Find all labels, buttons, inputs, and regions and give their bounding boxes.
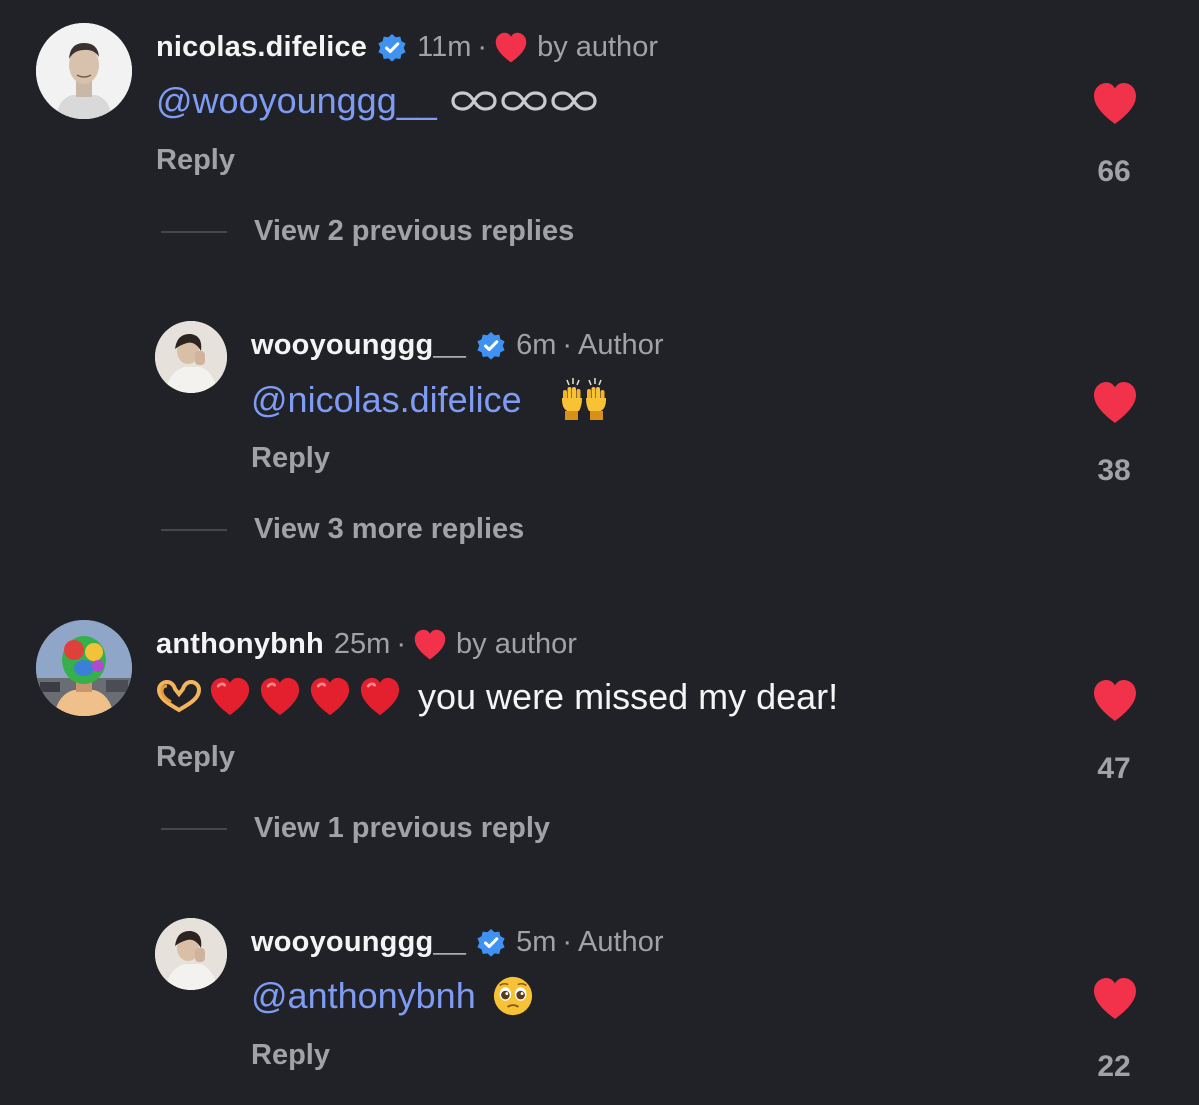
verified-badge-icon: [476, 331, 506, 361]
comment-body: @nicolas.difelice: [251, 378, 634, 422]
comments-panel: nicolas.difelice 11m · by author @wooyou…: [0, 0, 1199, 1105]
timestamp: 25m: [333, 628, 391, 660]
separator: ·: [477, 31, 488, 63]
heart-icon: [412, 629, 448, 661]
view-replies-button[interactable]: View 3 more replies: [161, 513, 524, 546]
view-replies-label: View 2 previous replies: [254, 215, 575, 247]
mention-link[interactable]: @nicolas.difelice: [251, 379, 522, 421]
like-heart-icon[interactable]: [1091, 82, 1139, 126]
comment-header: nicolas.difelice 11m · by author: [156, 31, 658, 64]
view-replies-label: View 1 previous reply: [254, 812, 551, 844]
timestamp: 6m: [516, 329, 557, 361]
red-heart-emoji: [308, 677, 352, 717]
divider-line: [161, 230, 227, 233]
avatar[interactable]: [155, 918, 227, 990]
liked-by-author-label: by author: [456, 628, 577, 660]
like-count: 66: [1097, 155, 1131, 188]
reply-button[interactable]: Reply: [156, 741, 235, 774]
like-heart-icon[interactable]: [1091, 381, 1139, 425]
author-label: Author: [578, 926, 664, 958]
red-heart-emoji: [258, 677, 302, 717]
liked-by-author-label: by author: [537, 31, 658, 63]
username[interactable]: wooyounggg__: [251, 329, 466, 362]
red-heart-emoji: [358, 677, 402, 717]
separator: ·: [562, 926, 573, 958]
comment-body: @wooyounggg__: [156, 80, 597, 122]
avatar[interactable]: [155, 321, 227, 393]
username[interactable]: anthonybnh: [156, 628, 324, 661]
comment-header: wooyounggg__ 6m · Author: [251, 329, 663, 362]
username[interactable]: nicolas.difelice: [156, 31, 367, 64]
raising-hands-emoji: [534, 378, 634, 422]
heart-icon: [493, 32, 529, 64]
comment-body: @anthonybnh: [251, 975, 534, 1017]
reply-button[interactable]: Reply: [156, 144, 235, 177]
comment-header: wooyounggg__ 5m · Author: [251, 926, 663, 959]
reply-button[interactable]: Reply: [251, 442, 330, 475]
separator: ·: [562, 329, 573, 361]
like-heart-icon[interactable]: [1091, 977, 1139, 1021]
avatar[interactable]: [36, 23, 132, 119]
author-label: Author: [578, 329, 664, 361]
separator: ·: [396, 628, 407, 660]
like-count: 38: [1097, 454, 1131, 487]
divider-line: [161, 827, 227, 830]
infinity-emoji: [451, 89, 597, 113]
mention-link[interactable]: @wooyounggg__: [156, 80, 437, 122]
reply-button[interactable]: Reply: [251, 1039, 330, 1072]
username[interactable]: wooyounggg__: [251, 926, 466, 959]
red-heart-emoji: [208, 677, 252, 717]
timestamp: 5m: [516, 926, 557, 958]
like-count: 47: [1097, 752, 1131, 785]
comment-header: anthonybnh 25m · by author: [156, 628, 577, 661]
avatar[interactable]: [36, 620, 132, 716]
comment-body: you were missed my dear!: [156, 676, 838, 718]
view-replies-label: View 3 more replies: [254, 513, 525, 545]
divider-line: [161, 528, 227, 531]
verified-badge-icon: [476, 928, 506, 958]
heart-hands-emoji: [156, 677, 402, 717]
timestamp: 11m: [417, 31, 472, 63]
mention-link[interactable]: @anthonybnh: [251, 975, 476, 1017]
pleading-face-emoji: [492, 975, 534, 1017]
verified-badge-icon: [377, 33, 407, 63]
view-replies-button[interactable]: View 1 previous reply: [161, 812, 550, 845]
view-replies-button[interactable]: View 2 previous replies: [161, 215, 574, 248]
like-count: 22: [1097, 1050, 1131, 1083]
comment-text: you were missed my dear!: [418, 676, 839, 717]
like-heart-icon[interactable]: [1091, 679, 1139, 723]
